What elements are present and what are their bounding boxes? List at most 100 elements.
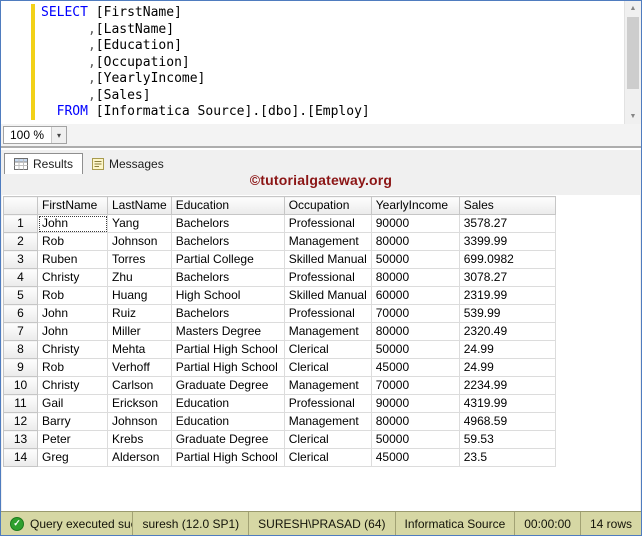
chevron-down-icon[interactable]: ▾ xyxy=(51,127,66,143)
grid-cell[interactable]: Professional xyxy=(284,268,372,287)
grid-cell[interactable]: Erickson xyxy=(107,394,172,413)
grid-cell[interactable]: Barry xyxy=(37,412,108,431)
grid-cell[interactable]: Partial High School xyxy=(171,358,285,377)
column-header[interactable]: FirstName xyxy=(37,196,108,215)
grid-cell[interactable]: Management xyxy=(284,232,372,251)
grid-cell[interactable]: 2320.49 xyxy=(459,322,556,341)
grid-cell[interactable]: Graduate Degree xyxy=(171,376,285,395)
editor-vertical-scrollbar[interactable]: ▲ ▼ xyxy=(624,1,641,124)
grid-cell[interactable]: 24.99 xyxy=(459,358,556,377)
grid-cell[interactable]: Greg xyxy=(37,448,108,467)
grid-cell[interactable]: 699.0982 xyxy=(459,250,556,269)
row-number[interactable]: 5 xyxy=(3,286,38,305)
grid-cell[interactable]: Alderson xyxy=(107,448,172,467)
grid-cell[interactable]: Management xyxy=(284,322,372,341)
column-header[interactable]: Education xyxy=(171,196,285,215)
grid-cell[interactable]: 80000 xyxy=(371,268,460,287)
grid-cell[interactable]: Skilled Manual xyxy=(284,286,372,305)
grid-cell[interactable]: Yang xyxy=(107,214,172,233)
grid-cell[interactable]: Rob xyxy=(37,286,108,305)
row-number[interactable]: 4 xyxy=(3,268,38,287)
grid-cell[interactable]: Huang xyxy=(107,286,172,305)
grid-cell[interactable]: 539.99 xyxy=(459,304,556,323)
tab-results[interactable]: Results xyxy=(4,153,84,174)
grid-cell[interactable]: 3078.27 xyxy=(459,268,556,287)
grid-cell[interactable]: Clerical xyxy=(284,340,372,359)
scroll-down-arrow-icon[interactable]: ▼ xyxy=(625,109,641,124)
row-number[interactable]: 2 xyxy=(3,232,38,251)
grid-cell[interactable]: 90000 xyxy=(371,394,460,413)
grid-cell[interactable]: Clerical xyxy=(284,358,372,377)
grid-cell[interactable]: Krebs xyxy=(107,430,172,449)
grid-cell[interactable]: Professional xyxy=(284,214,372,233)
grid-cell[interactable]: Bachelors xyxy=(171,232,285,251)
grid-cell[interactable]: Partial High School xyxy=(171,340,285,359)
grid-cell[interactable]: 50000 xyxy=(371,250,460,269)
row-number[interactable]: 3 xyxy=(3,250,38,269)
row-number[interactable]: 12 xyxy=(3,412,38,431)
grid-cell[interactable]: Ruben xyxy=(37,250,108,269)
grid-cell[interactable]: Mehta xyxy=(107,340,172,359)
grid-cell[interactable]: Bachelors xyxy=(171,304,285,323)
column-header[interactable]: YearlyIncome xyxy=(371,196,460,215)
grid-cell[interactable]: Johnson xyxy=(107,232,172,251)
grid-cell[interactable]: Torres xyxy=(107,250,172,269)
query-editor[interactable]: SELECT [FirstName] ,[LastName] ,[Educati… xyxy=(1,1,641,124)
grid-cell[interactable]: Professional xyxy=(284,304,372,323)
row-number[interactable]: 14 xyxy=(3,448,38,467)
grid-cell[interactable]: Clerical xyxy=(284,430,372,449)
grid-cell[interactable]: 80000 xyxy=(371,322,460,341)
row-number[interactable]: 7 xyxy=(3,322,38,341)
tab-messages[interactable]: Messages xyxy=(83,153,173,174)
grid-cell[interactable]: 3399.99 xyxy=(459,232,556,251)
grid-cell[interactable]: 3578.27 xyxy=(459,214,556,233)
grid-cell[interactable]: Professional xyxy=(284,394,372,413)
select-all-corner[interactable] xyxy=(3,196,38,215)
grid-cell[interactable]: 45000 xyxy=(371,448,460,467)
grid-cell[interactable]: Bachelors xyxy=(171,268,285,287)
grid-cell[interactable]: 4319.99 xyxy=(459,394,556,413)
row-number[interactable]: 8 xyxy=(3,340,38,359)
row-number[interactable]: 6 xyxy=(3,304,38,323)
grid-cell[interactable]: 50000 xyxy=(371,340,460,359)
grid-cell[interactable]: 2234.99 xyxy=(459,376,556,395)
scroll-up-arrow-icon[interactable]: ▲ xyxy=(625,1,641,16)
grid-cell[interactable]: 90000 xyxy=(371,214,460,233)
grid-cell[interactable]: John xyxy=(37,322,108,341)
grid-cell[interactable]: 23.5 xyxy=(459,448,556,467)
grid-cell[interactable]: Gail xyxy=(37,394,108,413)
grid-cell[interactable]: Christy xyxy=(37,268,108,287)
grid-cell[interactable]: Partial High School xyxy=(171,448,285,467)
grid-cell[interactable]: Peter xyxy=(37,430,108,449)
grid-cell[interactable]: Zhu xyxy=(107,268,172,287)
grid-cell[interactable]: John xyxy=(37,214,108,233)
grid-cell[interactable]: Bachelors xyxy=(171,214,285,233)
row-number[interactable]: 1 xyxy=(3,214,38,233)
grid-cell[interactable]: Masters Degree xyxy=(171,322,285,341)
column-header[interactable]: LastName xyxy=(107,196,172,215)
grid-cell[interactable]: Skilled Manual xyxy=(284,250,372,269)
grid-cell[interactable]: Management xyxy=(284,376,372,395)
row-number[interactable]: 9 xyxy=(3,358,38,377)
column-header[interactable]: Occupation xyxy=(284,196,372,215)
grid-cell[interactable]: Rob xyxy=(37,232,108,251)
grid-cell[interactable]: High School xyxy=(171,286,285,305)
grid-cell[interactable]: 80000 xyxy=(371,232,460,251)
grid-cell[interactable]: Education xyxy=(171,412,285,431)
grid-cell[interactable]: 50000 xyxy=(371,430,460,449)
scrollbar-thumb[interactable] xyxy=(627,17,639,89)
grid-cell[interactable]: 70000 xyxy=(371,304,460,323)
zoom-dropdown[interactable]: 100 % ▾ xyxy=(3,126,67,144)
grid-cell[interactable]: Christy xyxy=(37,340,108,359)
grid-cell[interactable]: 24.99 xyxy=(459,340,556,359)
grid-cell[interactable]: Management xyxy=(284,412,372,431)
grid-cell[interactable]: Johnson xyxy=(107,412,172,431)
grid-cell[interactable]: Graduate Degree xyxy=(171,430,285,449)
grid-cell[interactable]: John xyxy=(37,304,108,323)
grid-cell[interactable]: Clerical xyxy=(284,448,372,467)
grid-cell[interactable]: 60000 xyxy=(371,286,460,305)
row-number[interactable]: 11 xyxy=(3,394,38,413)
grid-cell[interactable]: 59.53 xyxy=(459,430,556,449)
grid-cell[interactable]: Christy xyxy=(37,376,108,395)
grid-cell[interactable]: 4968.59 xyxy=(459,412,556,431)
